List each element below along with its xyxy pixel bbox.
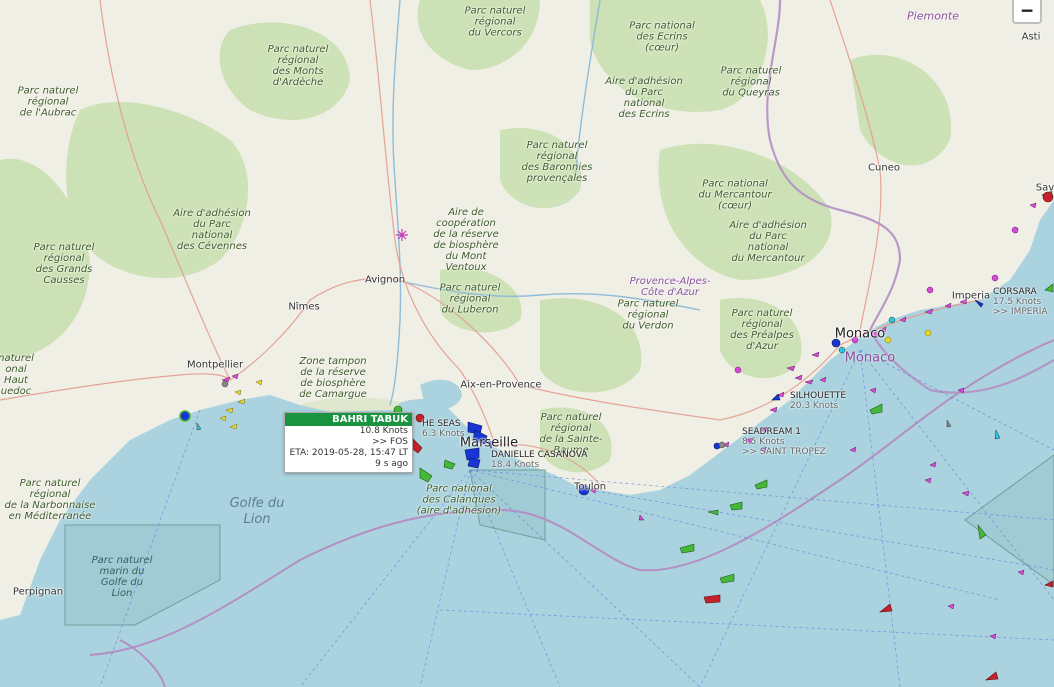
ship-marker[interactable] <box>838 346 846 354</box>
popup-last-update: 9 s ago <box>375 459 408 469</box>
ship-marker[interactable] <box>221 380 229 388</box>
ship-marker[interactable] <box>1042 191 1054 203</box>
popup-ship-name[interactable]: BAHRI TABUK <box>285 413 412 426</box>
ship-info-popup[interactable]: BAHRI TABUK 10.8 Knots >> FOS ETA: 2019-… <box>284 412 413 473</box>
ship-marker[interactable] <box>851 336 859 344</box>
map-canvas[interactable] <box>0 0 1054 687</box>
ship-marker[interactable] <box>991 274 999 282</box>
ship-marker[interactable] <box>718 441 726 449</box>
ship-marker[interactable] <box>926 286 934 294</box>
popup-eta: ETA: 2019-05-28, 15:47 LT <box>289 448 408 458</box>
ship-marker[interactable] <box>884 336 892 344</box>
popup-destination: >> FOS <box>372 437 408 447</box>
popup-speed: 10.8 Knots <box>359 426 408 436</box>
ship-marker[interactable] <box>1011 226 1019 234</box>
zoom-out-button[interactable]: − <box>1012 0 1042 24</box>
ship-marker[interactable] <box>578 484 590 496</box>
ship-marker[interactable] <box>888 316 896 324</box>
ship-marker[interactable] <box>179 410 191 422</box>
ship-marker[interactable] <box>831 338 841 348</box>
ship-marker[interactable] <box>734 366 742 374</box>
ship-marker[interactable] <box>415 413 425 423</box>
ship-marker[interactable] <box>871 331 879 339</box>
ship-marker[interactable] <box>467 457 481 469</box>
ship-marker[interactable] <box>924 329 932 337</box>
